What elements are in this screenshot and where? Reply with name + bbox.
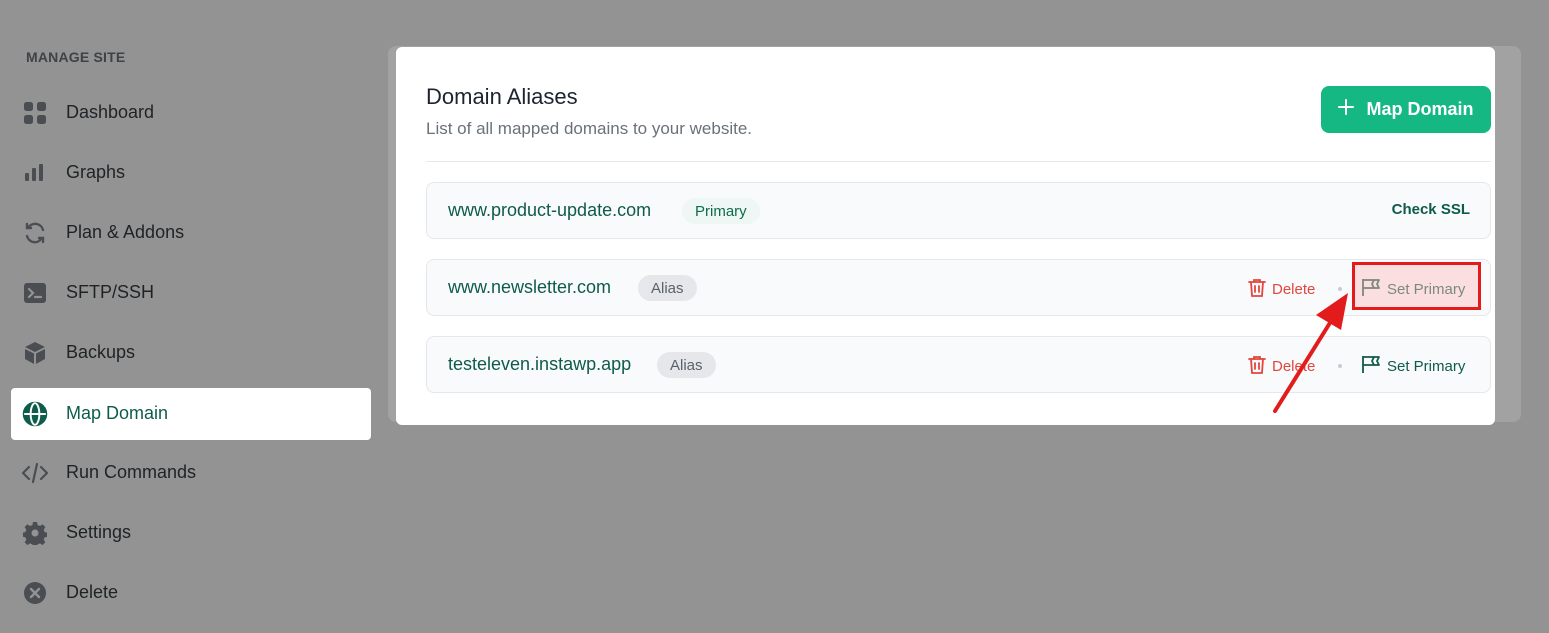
sidebar-item-backups[interactable]: Backups	[11, 327, 371, 379]
sidebar-item-label: Run Commands	[66, 462, 197, 482]
divider	[426, 161, 1491, 162]
sidebar-item-map-domain[interactable]: Map Domain	[11, 388, 371, 440]
cube-icon	[22, 340, 48, 366]
flag-icon	[1361, 355, 1381, 378]
refresh-icon	[22, 220, 48, 246]
terminal-icon	[22, 280, 48, 306]
page-subtitle: List of all mapped domains to your websi…	[426, 119, 753, 138]
alias-badge: Alias	[657, 352, 716, 378]
sidebar-item-run-commands[interactable]: Run Commands	[11, 447, 371, 499]
sidebar-item-label: Map Domain	[66, 403, 169, 423]
trash-icon	[1248, 355, 1266, 378]
sidebar-item-graphs[interactable]: Graphs	[11, 147, 371, 199]
annotation-highlight-box	[1352, 262, 1481, 310]
gear-icon	[22, 520, 48, 546]
delete-label: Delete	[1272, 281, 1316, 298]
sidebar-item-delete[interactable]: Delete	[11, 567, 371, 619]
map-domain-button-label: Map Domain	[1366, 99, 1474, 119]
map-domain-button[interactable]: Map Domain	[1321, 86, 1491, 133]
domain-row: testeleven.instawp.app Alias Delete Set …	[426, 336, 1491, 393]
trash-icon	[1248, 278, 1266, 301]
domain-aliases-panel: Domain Aliases List of all mapped domain…	[396, 47, 1495, 425]
domain-name: www.product-update.com	[448, 200, 652, 220]
delete-button[interactable]: Delete	[1248, 278, 1315, 301]
sidebar-item-label: Dashboard	[66, 102, 155, 122]
domain-row: www.newsletter.com Alias Delete Set Prim…	[426, 259, 1491, 316]
plus-icon	[1338, 99, 1355, 120]
globe-icon	[22, 401, 48, 427]
separator-dot	[1338, 364, 1342, 368]
delete-button[interactable]: Delete	[1248, 355, 1315, 378]
sidebar-heading: MANAGE SITE	[26, 49, 126, 65]
code-icon	[22, 460, 48, 486]
bar-chart-icon	[22, 160, 48, 186]
x-circle-icon	[22, 580, 48, 606]
domain-name: testeleven.instawp.app	[448, 354, 632, 374]
alias-badge: Alias	[638, 275, 697, 301]
sidebar-item-label: Delete	[66, 582, 119, 602]
page-title: Domain Aliases	[426, 84, 578, 109]
sidebar-item-dashboard[interactable]: Dashboard	[11, 87, 371, 139]
set-primary-label: Set Primary	[1387, 358, 1466, 375]
separator-dot	[1338, 287, 1342, 291]
domain-row: www.product-update.com Primary Check SSL	[426, 182, 1491, 239]
sidebar-item-sftp-ssh[interactable]: SFTP/SSH	[11, 267, 371, 319]
primary-badge: Primary	[682, 198, 760, 224]
sidebar-item-label: Settings	[66, 522, 132, 542]
sidebar-item-label: Graphs	[66, 162, 126, 182]
sidebar-item-settings[interactable]: Settings	[11, 507, 371, 559]
set-primary-button[interactable]: Set Primary	[1361, 355, 1465, 378]
domain-name: www.newsletter.com	[448, 277, 612, 297]
sidebar-item-plan-addons[interactable]: Plan & Addons	[11, 207, 371, 259]
sidebar-item-label: Plan & Addons	[66, 222, 185, 242]
sidebar-item-label: SFTP/SSH	[66, 282, 155, 302]
check-ssl-link[interactable]: Check SSL	[1392, 201, 1470, 218]
sidebar-item-label: Backups	[66, 342, 136, 362]
delete-label: Delete	[1272, 358, 1316, 375]
grid-icon	[22, 100, 48, 126]
